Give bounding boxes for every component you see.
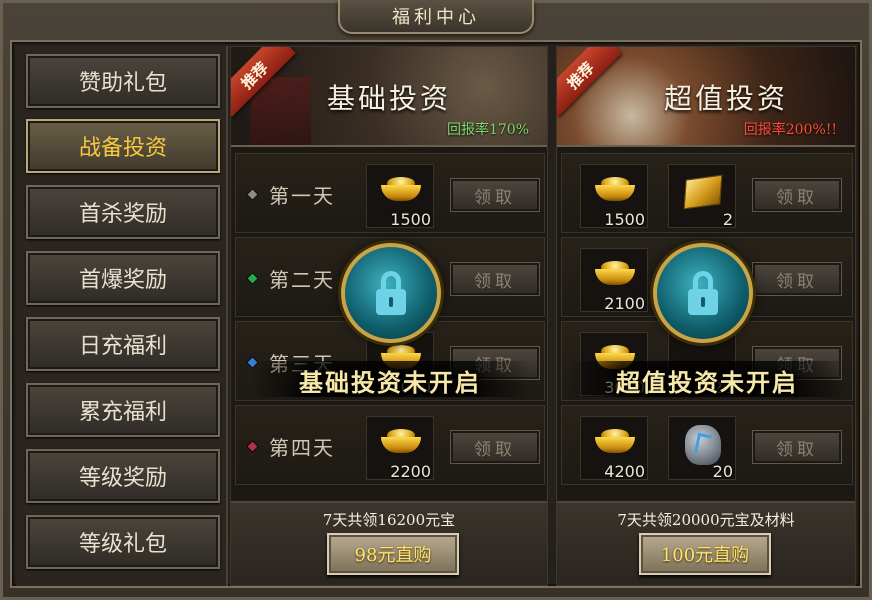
locked-message: 超值投资未开启 — [616, 368, 798, 397]
buy-98-button[interactable]: 98元直购 — [327, 533, 459, 575]
sidebar: 赞助礼包 战备投资 首杀奖励 首爆奖励 日充福利 累充福利 等级奖励 等级礼包 — [16, 46, 228, 586]
buy-100-button[interactable]: 100元直购 — [639, 533, 771, 575]
day-label: 第二天 — [269, 268, 335, 292]
claim-button[interactable]: 领取 — [752, 178, 842, 212]
reward-amount: 1500 — [390, 210, 431, 229]
day-label: 第四天 — [269, 436, 335, 460]
rune-stone-icon — [685, 425, 721, 465]
gold-ingot-icon — [595, 177, 635, 203]
basic-investment-panel: 推荐 基础投资 回报率170% 第一天 1500 领取 第二天 领取 第三天 2… — [230, 46, 548, 586]
window-title: 福利中心 — [338, 0, 534, 34]
day-row: 4200 20 领取 — [561, 405, 853, 485]
panel-footer: 7天共领20000元宝及材料 100元直购 — [557, 501, 855, 585]
reward-slot[interactable]: 4200 — [580, 416, 648, 481]
basic-investment-banner: 推荐 基础投资 回报率170% — [231, 47, 547, 147]
reward-slot[interactable]: 2 — [668, 164, 736, 229]
sidebar-item-daily-recharge[interactable]: 日充福利 — [26, 317, 220, 371]
reward-slot[interactable]: 1500 — [580, 164, 648, 229]
reward-slot[interactable]: 2200 — [366, 416, 434, 481]
gold-ingot-icon — [381, 429, 421, 455]
reward-amount: 2200 — [390, 462, 431, 481]
return-rate: 回报率200%!! — [743, 122, 837, 138]
gold-ingot-icon — [381, 177, 421, 203]
banner-title: 基础投资 — [326, 82, 451, 115]
banner-title: 超值投资 — [663, 82, 788, 115]
sidebar-item-level-pack[interactable]: 等级礼包 — [26, 515, 220, 569]
total-reward-text: 7天共领16200元宝 — [322, 511, 456, 529]
sidebar-item-level-reward[interactable]: 等级奖励 — [26, 449, 220, 503]
day-row: 第一天 1500 领取 — [235, 153, 545, 233]
gold-ingot-icon — [595, 261, 635, 287]
day-row: 第四天 2200 领取 — [235, 405, 545, 485]
claim-button[interactable]: 领取 — [450, 178, 540, 212]
gem-icon — [246, 272, 259, 285]
gem-icon — [246, 440, 259, 453]
premium-investment-panel: 推荐 超值投资 回报率200%!! 1500 2 领取 2100 领取 3000… — [556, 46, 856, 586]
sidebar-item-first-drop-reward[interactable]: 首爆奖励 — [26, 251, 220, 305]
gem-icon — [246, 188, 259, 201]
sidebar-item-cumulative-recharge[interactable]: 累充福利 — [26, 383, 220, 437]
sidebar-item-battle-investment[interactable]: 战备投资 — [26, 119, 220, 173]
reward-amount: 20 — [712, 462, 733, 481]
claim-button[interactable]: 领取 — [752, 430, 842, 464]
gold-ingot-icon — [595, 429, 635, 455]
return-rate: 回报率170% — [446, 122, 529, 138]
claim-button[interactable]: 领取 — [752, 262, 842, 296]
day-row: 1500 2 领取 — [561, 153, 853, 233]
sidebar-item-sponsor-pack[interactable]: 赞助礼包 — [26, 54, 220, 108]
claim-button[interactable]: 领取 — [450, 262, 540, 296]
reward-slot[interactable]: 1500 — [366, 164, 434, 229]
gold-bar-icon — [683, 174, 723, 210]
locked-message: 基础投资未开启 — [299, 368, 481, 397]
reward-slot[interactable]: 20 — [668, 416, 736, 481]
sidebar-item-first-kill-reward[interactable]: 首杀奖励 — [26, 185, 220, 239]
reward-amount: 2100 — [604, 294, 645, 313]
lock-icon — [653, 243, 753, 343]
day-label: 第一天 — [269, 184, 335, 208]
reward-slot[interactable]: 2100 — [580, 248, 648, 313]
claim-button[interactable]: 领取 — [450, 430, 540, 464]
total-reward-text: 7天共领20000元宝及材料 — [617, 511, 795, 529]
lock-icon — [341, 243, 441, 343]
reward-amount: 4200 — [604, 462, 645, 481]
premium-investment-banner: 推荐 超值投资 回报率200%!! — [557, 47, 855, 147]
reward-amount: 2 — [722, 210, 733, 229]
panel-footer: 7天共领16200元宝 98元直购 — [231, 501, 547, 585]
reward-amount: 1500 — [604, 210, 645, 229]
